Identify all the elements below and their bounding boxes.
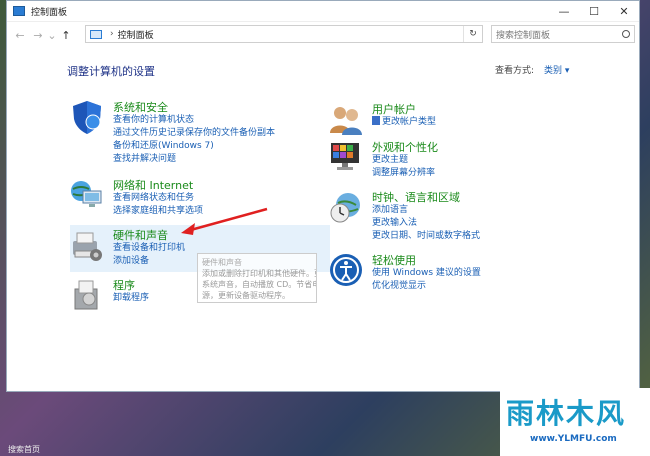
link-change-date-time[interactable]: 更改日期、时间或数字格式 [372, 230, 480, 243]
link-view-computer-status[interactable]: 查看你的计算机状态 [113, 114, 275, 127]
taskbar-fragment: 搜索首页 [8, 445, 40, 454]
control-panel-small-icon [90, 29, 102, 39]
tooltip-line: 系统声音，自动播放 CD。节省电 [202, 280, 317, 289]
users-icon[interactable] [328, 101, 364, 137]
close-button[interactable]: ✕ [609, 1, 639, 21]
category-title[interactable]: 网络和 Internet [113, 177, 193, 193]
forward-button[interactable]: → [29, 26, 47, 44]
search-placeholder: 搜索控制面板 [496, 30, 551, 41]
watermark-logo-text: 雨林木风 [506, 397, 627, 430]
link-screen-resolution[interactable]: 调整屏幕分辨率 [372, 167, 435, 180]
window-title: 控制面板 [31, 7, 68, 18]
red-arrow-annotation [181, 207, 268, 235]
link-devices-printers[interactable]: 查看设备和打印机 [113, 242, 185, 255]
ease-of-access-icon[interactable] [328, 252, 364, 288]
category-title[interactable]: 轻松使用 [372, 252, 416, 268]
appearance-monitor-icon[interactable] [328, 139, 364, 175]
title-bar: 控制面板 — ☐ ✕ [7, 1, 639, 22]
tooltip-title: 硬件和声音 [202, 258, 242, 267]
control-panel-icon [13, 6, 25, 16]
link-add-device[interactable]: 添加设备 [113, 255, 185, 268]
recent-locations-button[interactable]: ⌄ [47, 26, 57, 44]
network-globe-icon[interactable] [69, 177, 105, 213]
address-bar[interactable]: › 控制面板 ↻ [85, 25, 483, 43]
back-button[interactable]: ← [11, 26, 29, 44]
link-text: 更改帐户类型 [382, 117, 437, 127]
tooltip: 硬件和声音 添加或删除打印机和其他硬件。更改 系统声音，自动播放 CD。节省电 … [197, 253, 317, 303]
category-title[interactable]: 外观和个性化 [372, 139, 438, 155]
page-title: 调整计算机的设置 [67, 65, 155, 78]
category-title[interactable]: 时钟、语言和区域 [372, 189, 460, 205]
breadcrumb-separator: › [110, 29, 114, 39]
navigation-bar: ← → ⌄ ↑ › 控制面板 ↻ 搜索控制面板 [7, 25, 639, 45]
tooltip-line: 源，更新设备驱动程序。 [202, 291, 290, 300]
link-file-history[interactable]: 通过文件历史记录保存你的文件备份副本 [113, 127, 275, 140]
link-change-theme[interactable]: 更改主题 [372, 154, 435, 167]
link-windows-recommended-settings[interactable]: 使用 Windows 建议的设置 [372, 267, 481, 280]
uac-shield-icon [372, 116, 380, 125]
view-by: 查看方式: 类别 ▾ [495, 63, 569, 76]
link-troubleshoot[interactable]: 查找并解决问题 [113, 153, 275, 166]
refresh-button[interactable]: ↻ [463, 26, 482, 42]
link-optimize-visual-display[interactable]: 优化视觉显示 [372, 280, 481, 293]
tooltip-line: 添加或删除打印机和其他硬件。更改 [202, 269, 316, 278]
category-title[interactable]: 程序 [113, 277, 135, 293]
shield-icon[interactable] [69, 99, 105, 135]
view-by-label: 查看方式: [495, 66, 535, 76]
link-backup-restore[interactable]: 备份和还原(Windows 7) [113, 140, 275, 153]
link-add-language[interactable]: 添加语言 [372, 204, 480, 217]
clock-globe-icon[interactable] [328, 189, 364, 225]
watermark-url: www.YLMFU.com [530, 434, 617, 444]
printer-icon[interactable] [69, 227, 105, 263]
minimize-button[interactable]: — [549, 1, 579, 21]
link-change-input-method[interactable]: 更改输入法 [372, 217, 480, 230]
view-by-dropdown[interactable]: 类别 ▾ [544, 66, 569, 76]
search-input[interactable]: 搜索控制面板 [491, 25, 635, 43]
category-title[interactable]: 硬件和声音 [113, 227, 168, 243]
link-uninstall-program[interactable]: 卸载程序 [113, 292, 149, 305]
control-panel-window: 控制面板 — ☐ ✕ ← → ⌄ ↑ › 控制面板 ↻ 搜索控制面板 调整计算机… [6, 0, 640, 392]
maximize-button[interactable]: ☐ [579, 1, 609, 21]
search-icon[interactable] [622, 30, 630, 38]
breadcrumb-control-panel[interactable]: 控制面板 [118, 28, 154, 41]
category-title[interactable]: 用户帐户 [372, 101, 416, 117]
category-title[interactable]: 系统和安全 [113, 99, 168, 115]
watermark-logo: 雨林木风 www.YLMFU.com [500, 388, 650, 456]
up-button[interactable]: ↑ [57, 26, 75, 44]
link-change-account-type[interactable]: 更改帐户类型 [372, 116, 436, 129]
programs-icon[interactable] [69, 277, 105, 313]
